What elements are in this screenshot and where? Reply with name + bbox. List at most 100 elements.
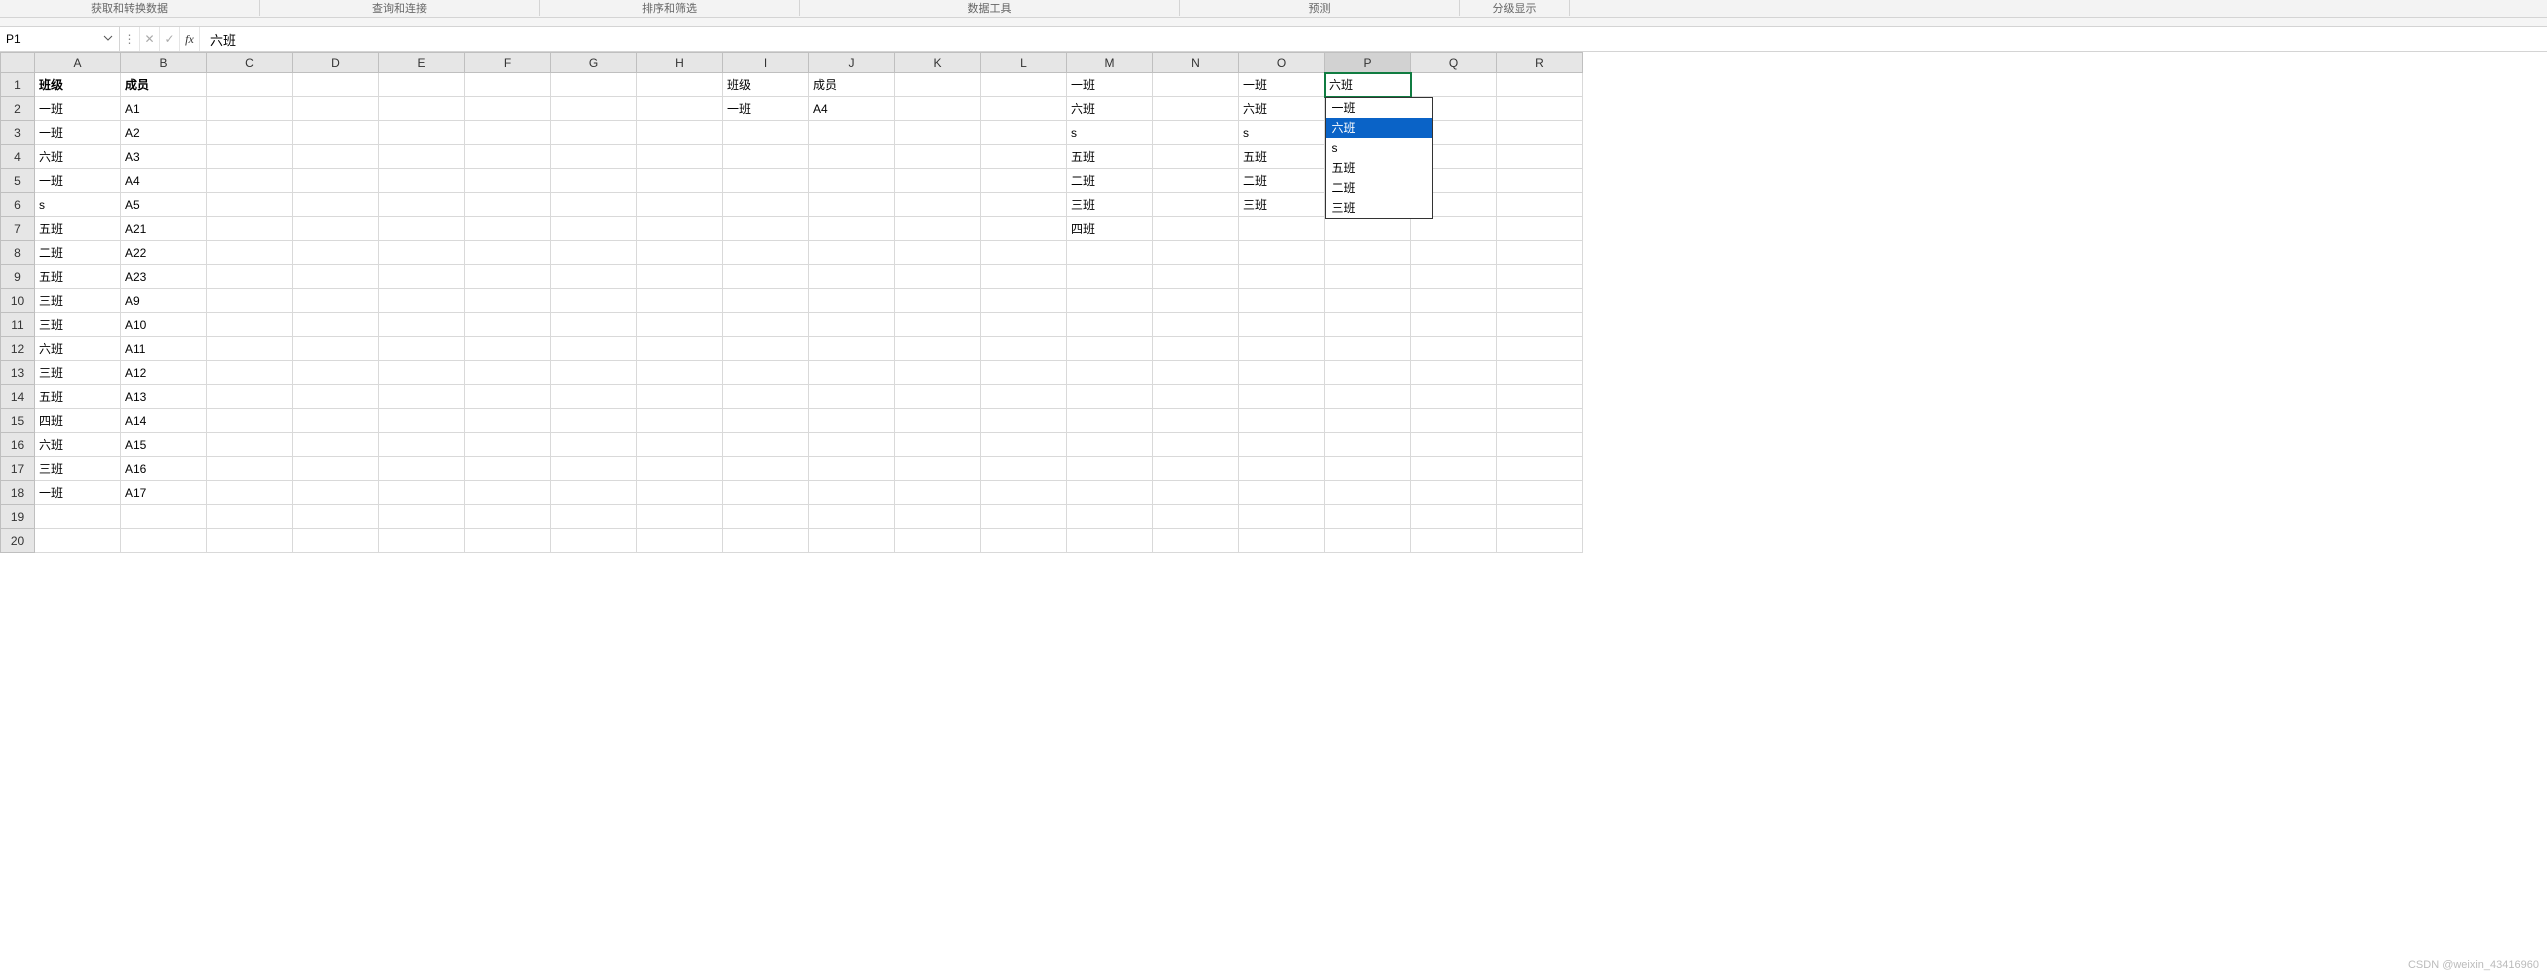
cell-F9[interactable]	[465, 265, 551, 289]
cell-C1[interactable]	[207, 73, 293, 97]
cell-K9[interactable]	[895, 265, 981, 289]
cell-E19[interactable]	[379, 505, 465, 529]
cell-H14[interactable]	[637, 385, 723, 409]
cell-C9[interactable]	[207, 265, 293, 289]
cell-R13[interactable]	[1497, 361, 1583, 385]
cell-J7[interactable]	[809, 217, 895, 241]
cell-B5[interactable]: A4	[121, 169, 207, 193]
cell-J17[interactable]	[809, 457, 895, 481]
cell-L8[interactable]	[981, 241, 1067, 265]
cell-F3[interactable]	[465, 121, 551, 145]
cell-O4[interactable]: 五班	[1239, 145, 1325, 169]
cell-N7[interactable]	[1153, 217, 1239, 241]
cell-B20[interactable]	[121, 529, 207, 553]
cell-E12[interactable]	[379, 337, 465, 361]
cell-D7[interactable]	[293, 217, 379, 241]
cell-D3[interactable]	[293, 121, 379, 145]
cell-F12[interactable]	[465, 337, 551, 361]
row-header-4[interactable]: 4	[1, 145, 35, 169]
cell-D20[interactable]	[293, 529, 379, 553]
cell-H16[interactable]	[637, 433, 723, 457]
cell-D5[interactable]	[293, 169, 379, 193]
cell-C8[interactable]	[207, 241, 293, 265]
cell-E13[interactable]	[379, 361, 465, 385]
cell-R8[interactable]	[1497, 241, 1583, 265]
column-header-I[interactable]: I	[723, 53, 809, 73]
cell-H8[interactable]	[637, 241, 723, 265]
cell-M17[interactable]	[1067, 457, 1153, 481]
formula-input[interactable]	[200, 27, 2547, 51]
cell-K16[interactable]	[895, 433, 981, 457]
cell-B8[interactable]: A22	[121, 241, 207, 265]
row-header-9[interactable]: 9	[1, 265, 35, 289]
cell-E1[interactable]	[379, 73, 465, 97]
cell-J3[interactable]	[809, 121, 895, 145]
cell-B10[interactable]: A9	[121, 289, 207, 313]
cell-O6[interactable]: 三班	[1239, 193, 1325, 217]
dropdown-item[interactable]: 六班	[1326, 118, 1432, 138]
dropdown-item[interactable]: 五班	[1326, 158, 1432, 178]
select-all-corner[interactable]	[1, 53, 35, 73]
cell-J14[interactable]	[809, 385, 895, 409]
cell-I2[interactable]: 一班	[723, 97, 809, 121]
cell-H18[interactable]	[637, 481, 723, 505]
cell-Q15[interactable]	[1411, 409, 1497, 433]
row-header-10[interactable]: 10	[1, 289, 35, 313]
cell-O17[interactable]	[1239, 457, 1325, 481]
cell-O7[interactable]	[1239, 217, 1325, 241]
cell-N15[interactable]	[1153, 409, 1239, 433]
row-header-6[interactable]: 6	[1, 193, 35, 217]
column-header-F[interactable]: F	[465, 53, 551, 73]
cell-N19[interactable]	[1153, 505, 1239, 529]
cell-K7[interactable]	[895, 217, 981, 241]
cell-E17[interactable]	[379, 457, 465, 481]
cell-Q17[interactable]	[1411, 457, 1497, 481]
cell-R3[interactable]	[1497, 121, 1583, 145]
cell-J6[interactable]	[809, 193, 895, 217]
cell-G15[interactable]	[551, 409, 637, 433]
cell-K19[interactable]	[895, 505, 981, 529]
cell-P17[interactable]	[1325, 457, 1411, 481]
cell-B17[interactable]: A16	[121, 457, 207, 481]
cell-P14[interactable]	[1325, 385, 1411, 409]
cell-K17[interactable]	[895, 457, 981, 481]
cell-N16[interactable]	[1153, 433, 1239, 457]
cell-C16[interactable]	[207, 433, 293, 457]
cell-A20[interactable]	[35, 529, 121, 553]
cell-D19[interactable]	[293, 505, 379, 529]
cell-I19[interactable]	[723, 505, 809, 529]
cell-I10[interactable]	[723, 289, 809, 313]
row-header-8[interactable]: 8	[1, 241, 35, 265]
cell-K18[interactable]	[895, 481, 981, 505]
cell-B1[interactable]: 成员	[121, 73, 207, 97]
cell-M13[interactable]	[1067, 361, 1153, 385]
cell-J18[interactable]	[809, 481, 895, 505]
cell-K10[interactable]	[895, 289, 981, 313]
column-header-H[interactable]: H	[637, 53, 723, 73]
cell-B12[interactable]: A11	[121, 337, 207, 361]
cell-N2[interactable]	[1153, 97, 1239, 121]
cell-Q20[interactable]	[1411, 529, 1497, 553]
cell-H5[interactable]	[637, 169, 723, 193]
cell-R6[interactable]	[1497, 193, 1583, 217]
cell-L7[interactable]	[981, 217, 1067, 241]
cell-M10[interactable]	[1067, 289, 1153, 313]
cell-N12[interactable]	[1153, 337, 1239, 361]
cell-L13[interactable]	[981, 361, 1067, 385]
cell-K6[interactable]	[895, 193, 981, 217]
cell-H9[interactable]	[637, 265, 723, 289]
cell-M11[interactable]	[1067, 313, 1153, 337]
cell-F16[interactable]	[465, 433, 551, 457]
cell-R19[interactable]	[1497, 505, 1583, 529]
cell-N6[interactable]	[1153, 193, 1239, 217]
cancel-icon[interactable]: ✕	[140, 27, 160, 51]
cell-N18[interactable]	[1153, 481, 1239, 505]
cell-H15[interactable]	[637, 409, 723, 433]
row-header-7[interactable]: 7	[1, 217, 35, 241]
column-header-N[interactable]: N	[1153, 53, 1239, 73]
cell-D16[interactable]	[293, 433, 379, 457]
cell-H10[interactable]	[637, 289, 723, 313]
cell-B16[interactable]: A15	[121, 433, 207, 457]
cell-F18[interactable]	[465, 481, 551, 505]
cell-K14[interactable]	[895, 385, 981, 409]
